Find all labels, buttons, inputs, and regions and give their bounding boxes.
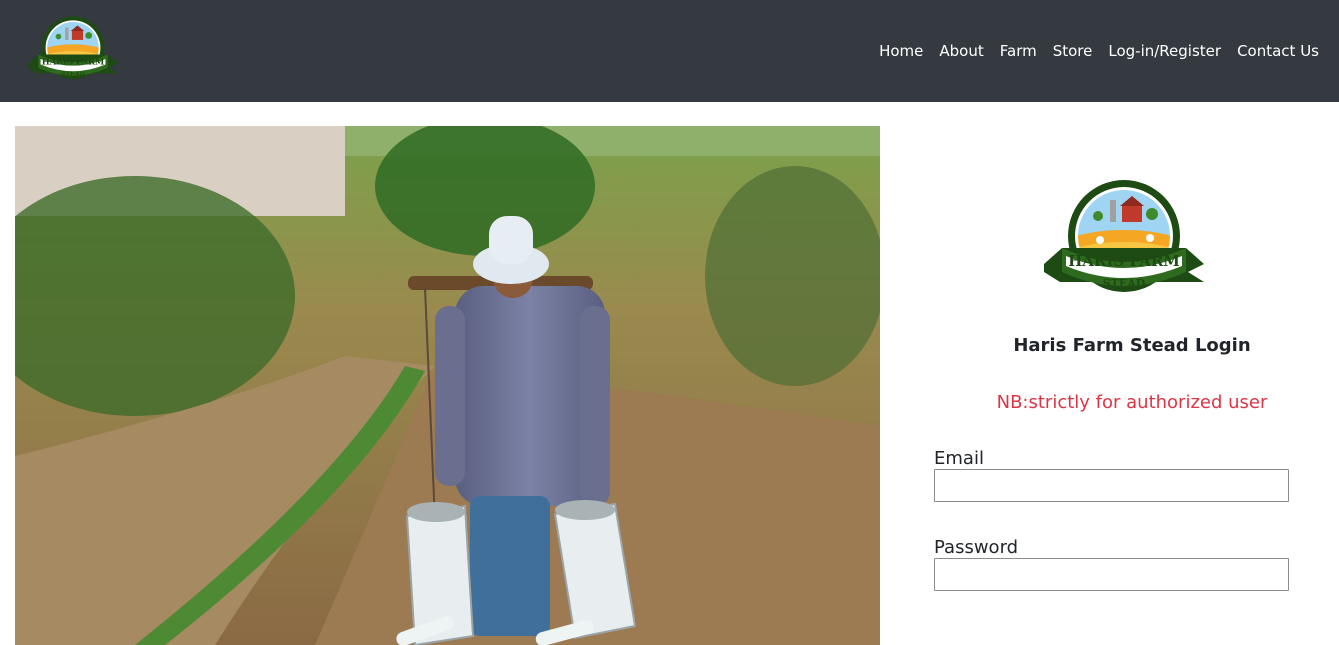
nav-link-contact[interactable]: Contact Us [1237,42,1319,60]
login-logo-bottom-text: STEAD [1103,277,1146,290]
nav-link-about[interactable]: About [939,42,983,60]
email-label: Email [934,448,984,469]
nav-link-farm[interactable]: Farm [1000,42,1037,60]
password-label: Password [934,537,1019,558]
nav-link-home[interactable]: Home [879,42,923,60]
nav-link-login-register[interactable]: Log-in/Register [1108,42,1221,60]
password-field[interactable] [934,558,1289,591]
brand-logo-bottom-text: STEAD [61,71,85,78]
navbar: HARIS FARM STEAD Home About Farm Store L… [0,0,1339,102]
nav-link-store[interactable]: Store [1053,42,1093,60]
email-field[interactable] [934,469,1289,502]
nav-links: Home About Farm Store Log-in/Register Co… [879,0,1319,102]
login-title: Haris Farm Stead Login [1013,335,1251,356]
login-logo-top-text: HARIS FARM [1068,252,1180,270]
hero-image [15,126,880,645]
login-logo: HARIS FARM STEAD [1044,180,1204,292]
brand-logo-top-text: HARIS FARM [42,57,104,67]
authorized-user-note: NB:strictly for authorized user [996,392,1268,413]
brand-logo[interactable]: HARIS FARM STEAD [26,10,120,90]
